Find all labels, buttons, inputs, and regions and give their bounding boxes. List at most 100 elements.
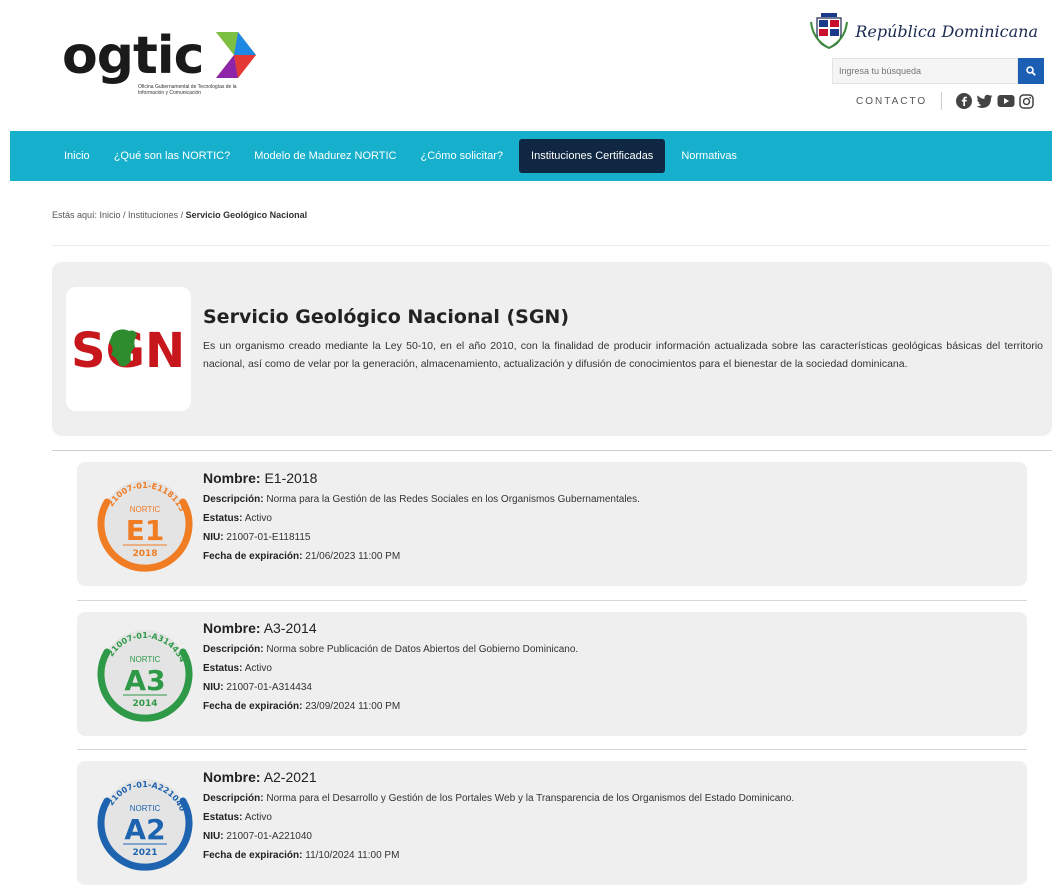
search-button[interactable] [1018, 58, 1044, 84]
norm-info: Nombre: A3-2014 Descripción: Norma sobre … [203, 620, 578, 716]
divider [77, 749, 1027, 750]
label-expiration: Fecha de expiración: [203, 850, 303, 861]
label-niu: NIU: [203, 831, 224, 842]
institution-card: SGN Servicio Geológico Nacional (SGN) Es… [52, 262, 1052, 436]
search-input[interactable] [832, 58, 1018, 84]
nortic-badge-icon: 21007-01-E118115NORTICE12018 [97, 480, 193, 572]
logo-arrow-icon [216, 32, 256, 78]
divider [52, 245, 1050, 246]
youtube-icon[interactable] [997, 94, 1015, 108]
badge-year: 2014 [132, 699, 157, 709]
label-status: Estatus: [203, 812, 243, 823]
label-expiration: Fecha de expiración: [203, 701, 303, 712]
label-name: Nombre: [203, 769, 261, 785]
search-bar [832, 58, 1044, 84]
badge-code: A3 [124, 664, 165, 697]
logo-subtitle: Oficina Gubernamental de Tecnologías de … [138, 84, 237, 96]
nortic-badge-icon: 21007-01-A221040NORTICA22021 [97, 779, 193, 871]
norm-expiration-row: Fecha de expiración: 11/10/2024 11:00 PM [203, 846, 794, 865]
label-description: Descripción: [203, 494, 264, 505]
ogtic-logo[interactable]: ogtic Oficina Gubernamental de Tecnologí… [62, 22, 262, 102]
nav-item-2[interactable]: Modelo de Madurez NORTIC [242, 139, 408, 173]
norm-name: A3-2014 [263, 620, 317, 636]
badge-label: NORTIC [130, 655, 161, 664]
institution-title: Servicio Geológico Nacional (SGN) [203, 306, 570, 328]
label-name: Nombre: [203, 620, 261, 636]
breadcrumb-current: Servicio Geológico Nacional [185, 210, 308, 220]
main-navigation: Inicio ¿Qué son las NORTIC? Modelo de Madu… [10, 131, 1052, 181]
norm-description: Norma para el Desarrollo y Gestión de lo… [266, 793, 795, 804]
label-description: Descripción: [203, 793, 264, 804]
norm-niu-row: NIU: 21007-01-A314434 [203, 678, 578, 697]
norm-status-row: Estatus: Activo [203, 509, 640, 528]
nav-item-0[interactable]: Inicio [52, 139, 102, 173]
norm-description-row: Descripción: Norma sobre Publicación de … [203, 640, 578, 659]
norm-info: Nombre: A2-2021 Descripción: Norma para e… [203, 769, 794, 865]
norm-card: 21007-01-A314434 NORTIC A3 2014 Nombre: A3-2… [77, 612, 1027, 736]
logo-text: ogtic [62, 26, 204, 86]
norm-status: Activo [244, 812, 272, 823]
badge-year: 2021 [132, 848, 157, 858]
label-status: Estatus: [203, 663, 243, 674]
label-name: Nombre: [203, 470, 261, 486]
country-name: República Dominicana [855, 21, 1038, 41]
social-links [956, 93, 1034, 109]
norm-expiration-row: Fecha de expiración: 21/06/2023 11:00 PM [203, 547, 640, 566]
norm-card: 21007-01-A221040 NORTIC A2 2021 Nombre: A2-2… [77, 761, 1027, 885]
instagram-icon[interactable] [1019, 93, 1034, 109]
site-header: ogtic Oficina Gubernamental de Tecnologí… [0, 0, 1052, 130]
badge-code: A2 [124, 813, 165, 846]
nortic-badge-icon: 21007-01-A314434NORTICA32014 [97, 630, 193, 722]
divider [52, 450, 1052, 451]
label-status: Estatus: [203, 513, 243, 524]
norm-description-row: Descripción: Norma para el Desarrollo y … [203, 789, 794, 808]
institution-logo: SGN [66, 287, 191, 411]
norm-niu: 21007-01-A221040 [226, 831, 312, 842]
twitter-icon[interactable] [976, 94, 993, 109]
contact-social-row: CONTACTO [856, 92, 1034, 110]
label-niu: NIU: [203, 682, 224, 693]
facebook-icon[interactable] [956, 93, 973, 109]
institution-description: Es un organismo creado mediante la Ley 5… [203, 340, 1043, 370]
norm-description: Norma sobre Publicación de Datos Abierto… [266, 644, 579, 655]
norm-name-row: Nombre: E1-2018 [203, 470, 640, 486]
norm-info: Nombre: E1-2018 Descripción: Norma para l… [203, 470, 640, 566]
breadcrumb-prefix: Estás aquí: [52, 210, 98, 220]
norm-name-row: Nombre: A2-2021 [203, 769, 794, 785]
norm-niu: 21007-01-E118115 [226, 532, 311, 543]
norm-status-row: Estatus: Activo [203, 659, 578, 678]
label-description: Descripción: [203, 644, 264, 655]
norm-niu: 21007-01-A314434 [226, 682, 312, 693]
nav-item-5[interactable]: Normativas [669, 139, 749, 173]
norm-niu-row: NIU: 21007-01-A221040 [203, 827, 794, 846]
nav-item-3[interactable]: ¿Cómo solicitar? [409, 139, 516, 173]
divider [941, 92, 943, 110]
breadcrumb: Estás aquí: Inicio / Instituciones / Ser… [52, 210, 307, 220]
nav-item-1[interactable]: ¿Qué son las NORTIC? [102, 139, 243, 173]
norm-name-row: Nombre: A3-2014 [203, 620, 578, 636]
republica-dominicana-brand[interactable]: República Dominicana [809, 12, 1038, 50]
norm-card: 21007-01-E118115 NORTIC E1 2018 Nombre: E1-2… [77, 462, 1027, 586]
label-expiration: Fecha de expiración: [203, 551, 303, 562]
norm-name: E1-2018 [264, 470, 318, 486]
sgn-logo-icon: SGN [71, 323, 185, 379]
contact-link[interactable]: CONTACTO [856, 96, 927, 107]
norm-name: A2-2021 [263, 769, 317, 785]
norm-expiration: 11/10/2024 11:00 PM [305, 850, 400, 861]
breadcrumb-trail[interactable]: Inicio / Instituciones / [100, 210, 184, 220]
badge-label: NORTIC [130, 804, 161, 813]
badge-code: E1 [126, 514, 165, 547]
norm-status: Activo [244, 663, 272, 674]
norm-expiration: 21/06/2023 11:00 PM [305, 551, 401, 562]
norm-expiration-row: Fecha de expiración: 23/09/2024 11:00 PM [203, 697, 578, 716]
norm-expiration: 23/09/2024 11:00 PM [305, 701, 401, 712]
badge-year: 2018 [132, 549, 157, 559]
norm-description: Norma para la Gestión de las Redes Socia… [266, 494, 640, 505]
norm-status: Activo [244, 513, 272, 524]
label-niu: NIU: [203, 532, 224, 543]
divider [77, 600, 1027, 601]
norm-niu-row: NIU: 21007-01-E118115 [203, 528, 640, 547]
norm-status-row: Estatus: Activo [203, 808, 794, 827]
search-icon [1026, 66, 1036, 76]
nav-item-4[interactable]: Instituciones Certificadas [519, 139, 666, 173]
